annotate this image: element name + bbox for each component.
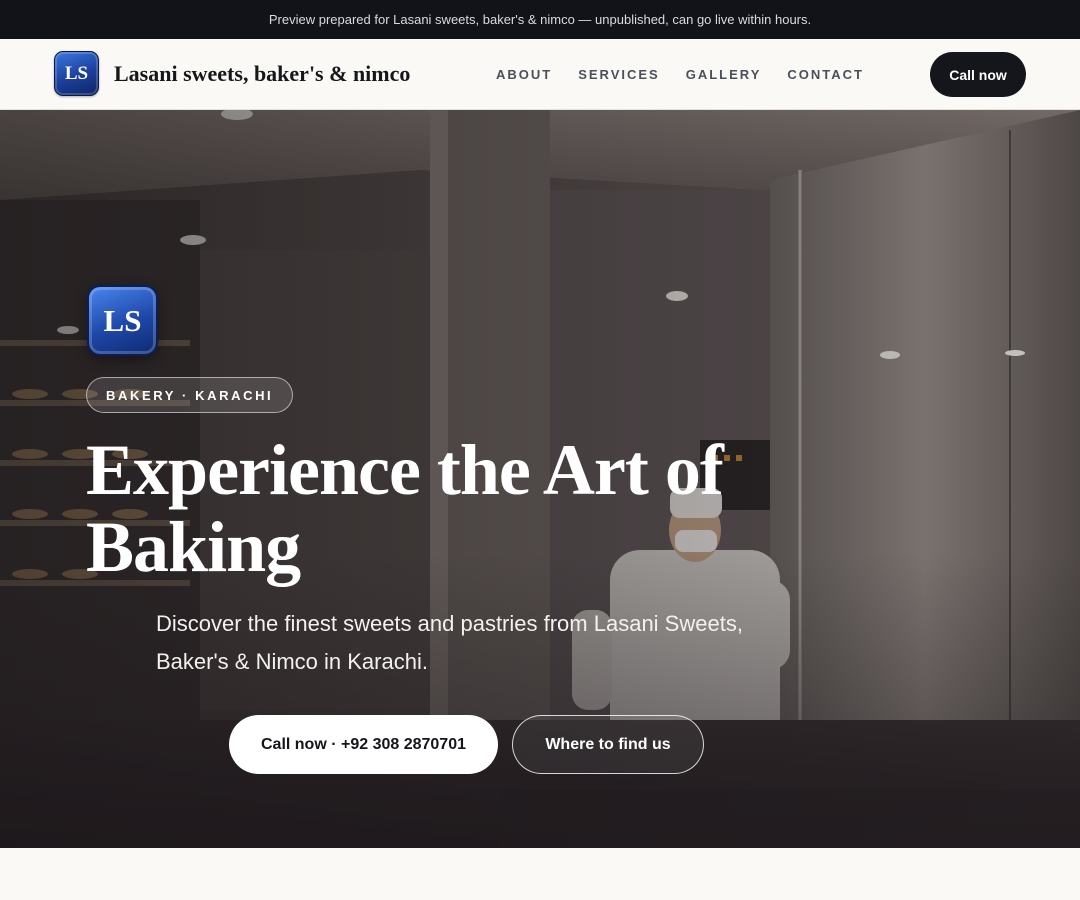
where-to-find-us-button[interactable]: Where to find us	[512, 715, 704, 774]
announcement-bar: Preview prepared for Lasani sweets, bake…	[0, 0, 1080, 39]
hero-subtitle: Discover the finest sweets and pastries …	[156, 611, 743, 674]
hero-title: Experience the Art of Baking	[86, 430, 724, 587]
nav-services[interactable]: SERVICES	[578, 67, 660, 82]
call-now-button[interactable]: Call now · +92 308 2870701	[229, 715, 498, 774]
nav-about[interactable]: ABOUT	[496, 67, 552, 82]
nav-contact[interactable]: CONTACT	[787, 67, 864, 82]
site-header: LS Lasani sweets, baker's & nimco ABOUT …	[0, 39, 1080, 110]
hero-section: LS BAKERY · KARACHI Experience the Art o…	[0, 110, 1080, 848]
next-section	[0, 848, 1080, 900]
announcement-text: Preview prepared for Lasani sweets, bake…	[268, 12, 812, 27]
category-badge: BAKERY · KARACHI	[86, 377, 294, 413]
main-nav: ABOUT SERVICES GALLERY CONTACT	[496, 39, 890, 109]
brand-logo[interactable]: LS	[54, 51, 99, 96]
hero-logo: LS	[87, 285, 158, 356]
header-call-button[interactable]: Call now	[930, 52, 1026, 97]
nav-gallery[interactable]: GALLERY	[686, 67, 762, 82]
brand[interactable]: LS Lasani sweets, baker's & nimco	[54, 51, 410, 96]
brand-name[interactable]: Lasani sweets, baker's & nimco	[114, 61, 410, 87]
